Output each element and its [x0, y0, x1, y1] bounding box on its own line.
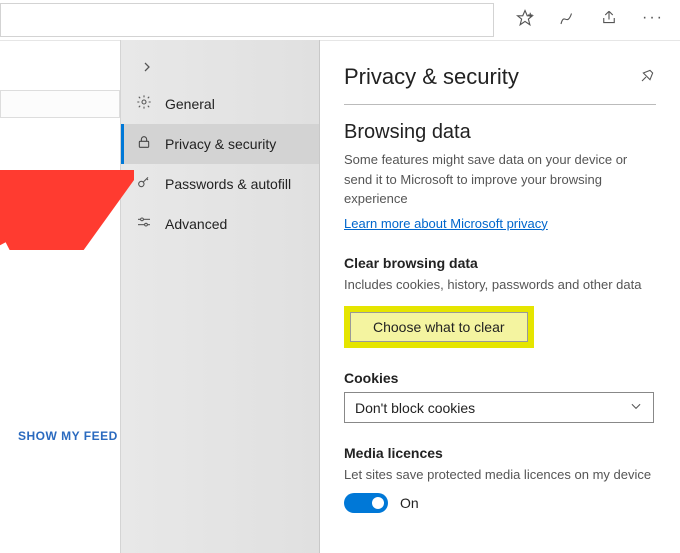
back-chevron-icon[interactable] [121, 54, 319, 84]
more-icon[interactable]: ··· [642, 9, 664, 32]
media-licences-heading: Media licences [344, 445, 656, 461]
cookies-heading: Cookies [344, 370, 656, 386]
sidebar-item-label: Passwords & autofill [165, 176, 291, 192]
toggle-knob [372, 497, 384, 509]
sidebar-item-privacy-security[interactable]: Privacy & security [121, 124, 319, 164]
learn-more-privacy-link[interactable]: Learn more about Microsoft privacy [344, 216, 548, 231]
sidebar-item-label: Advanced [165, 216, 227, 232]
top-toolbar: ··· [0, 0, 680, 41]
cookies-select-value: Don't block cookies [355, 400, 475, 416]
share-icon[interactable] [600, 9, 618, 32]
clear-browsing-heading: Clear browsing data [344, 255, 656, 271]
page-title: Privacy & security [344, 64, 519, 90]
gear-icon [135, 94, 153, 114]
media-licences-toggle-state: On [400, 495, 419, 511]
cookies-select[interactable]: Don't block cookies [344, 392, 654, 423]
sliders-icon [135, 214, 153, 234]
pen-icon[interactable] [558, 9, 576, 32]
browsing-data-text: Some features might save data on your de… [344, 150, 656, 209]
page-search-box[interactable] [0, 90, 120, 118]
favorite-star-icon[interactable] [516, 9, 534, 32]
settings-sidebar: General Privacy & security Passwords & a… [120, 40, 320, 553]
sidebar-item-passwords-autofill[interactable]: Passwords & autofill [121, 164, 319, 204]
sidebar-item-general[interactable]: General [121, 84, 319, 124]
choose-what-to-clear-button[interactable]: Choose what to clear [350, 312, 528, 342]
clear-browsing-text: Includes cookies, history, passwords and… [344, 275, 656, 295]
key-icon [135, 174, 153, 194]
sidebar-item-label: Privacy & security [165, 136, 276, 152]
browsing-data-heading: Browsing data [344, 121, 656, 144]
sidebar-item-label: General [165, 96, 215, 112]
lock-icon [135, 134, 153, 154]
address-bar[interactable] [0, 3, 494, 37]
settings-detail-pane: Privacy & security Browsing data Some fe… [320, 40, 680, 553]
page-body-left: SHOW MY FEED [0, 40, 120, 553]
media-licences-text: Let sites save protected media licences … [344, 465, 656, 485]
pin-icon[interactable] [640, 67, 656, 88]
media-licences-toggle[interactable] [344, 493, 388, 513]
chevron-down-icon [629, 399, 643, 416]
annotation-highlight: Choose what to clear [344, 306, 534, 348]
sidebar-item-advanced[interactable]: Advanced [121, 204, 319, 244]
show-my-feed-link[interactable]: SHOW MY FEED [18, 429, 118, 443]
